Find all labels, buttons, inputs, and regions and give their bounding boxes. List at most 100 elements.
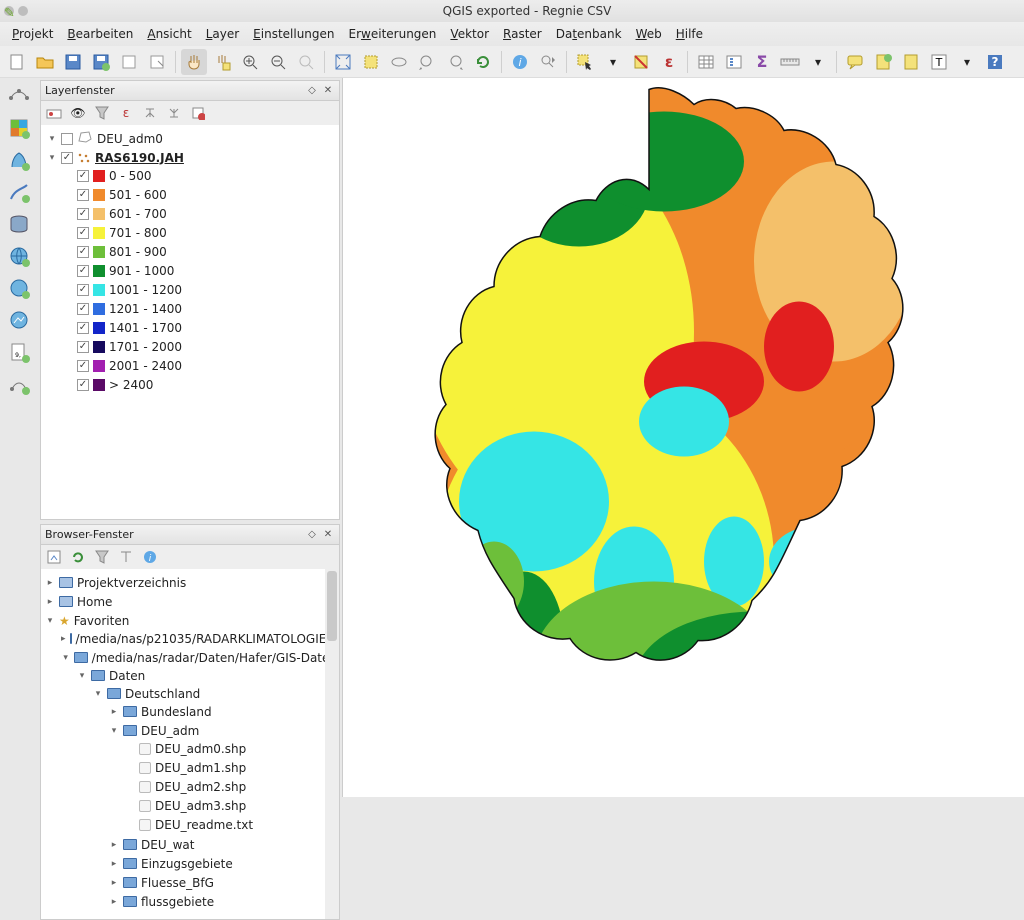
identify-button[interactable]: i (507, 49, 533, 75)
layer-name: DEU_adm0 (97, 132, 163, 146)
legend-checkbox[interactable] (77, 265, 89, 277)
add-csv-button[interactable]: 9, (5, 338, 33, 366)
field-calculator-button[interactable] (721, 49, 747, 75)
measure-dropdown-button[interactable]: ▾ (805, 49, 831, 75)
new-project-button[interactable] (4, 49, 30, 75)
zoom-to-layer-button[interactable] (386, 49, 412, 75)
file-icon (139, 781, 151, 793)
zoom-to-selection-button[interactable] (358, 49, 384, 75)
add-wfs-button[interactable] (5, 306, 33, 334)
title-bar: ✎ QGIS exported - Regnie CSV (0, 0, 1024, 22)
add-postgis-button[interactable] (5, 210, 33, 238)
zoom-next-button[interactable] (442, 49, 468, 75)
layer-filter-button[interactable] (93, 104, 111, 122)
menu-datenbank[interactable]: Datenbank (550, 24, 628, 44)
add-wcs-button[interactable] (5, 274, 33, 302)
layer-expand-button[interactable] (141, 104, 159, 122)
legend-checkbox[interactable] (77, 360, 89, 372)
menu-web[interactable]: Web (630, 24, 668, 44)
legend-label: 701 - 800 (109, 226, 167, 240)
browser-properties-button[interactable]: i (141, 548, 159, 566)
zoom-native-button[interactable] (293, 49, 319, 75)
measure-button[interactable] (777, 49, 803, 75)
legend-checkbox[interactable] (77, 189, 89, 201)
layer-checkbox[interactable] (61, 152, 73, 164)
add-spatialite-button[interactable] (5, 146, 33, 174)
legend-checkbox[interactable] (77, 341, 89, 353)
panel-undock-button[interactable]: ◇ (305, 84, 319, 98)
annotation-dropdown-button[interactable]: ▾ (954, 49, 980, 75)
add-delimited-text-button[interactable] (5, 178, 33, 206)
legend-label: 1201 - 1400 (109, 302, 182, 316)
text-annotation-button[interactable]: T (926, 49, 952, 75)
legend-checkbox[interactable] (77, 170, 89, 182)
menu-raster[interactable]: Raster (497, 24, 548, 44)
deselect-button[interactable] (628, 49, 654, 75)
layer-checkbox[interactable] (61, 133, 73, 145)
add-vector-layer-button[interactable] (5, 82, 33, 110)
menu-bearbeiten[interactable]: Bearbeiten (61, 24, 139, 44)
new-bookmark-button[interactable] (870, 49, 896, 75)
legend-checkbox[interactable] (77, 379, 89, 391)
identify-dropdown-button[interactable] (535, 49, 561, 75)
legend-checkbox[interactable] (77, 208, 89, 220)
map-tips-button[interactable] (842, 49, 868, 75)
browser-add-button[interactable] (45, 548, 63, 566)
legend-checkbox[interactable] (77, 246, 89, 258)
zoom-full-button[interactable] (330, 49, 356, 75)
browser-tree[interactable]: ▸Projektverzeichnis ▸Home ▾★Favoriten ▸/… (43, 573, 337, 915)
open-project-button[interactable] (32, 49, 58, 75)
menu-layer[interactable]: Layer (200, 24, 245, 44)
pan-button[interactable] (181, 49, 207, 75)
menu-projekt[interactable]: Projekt (6, 24, 59, 44)
show-bookmarks-button[interactable] (898, 49, 924, 75)
legend-checkbox[interactable] (77, 322, 89, 334)
expression-select-button[interactable]: ε (656, 49, 682, 75)
add-raster-layer-button[interactable] (5, 114, 33, 142)
expand-icon[interactable]: ▾ (47, 153, 57, 163)
window-controls[interactable]: ✎ (4, 6, 28, 16)
layout-manager-button[interactable] (144, 49, 170, 75)
menu-hilfe[interactable]: Hilfe (670, 24, 709, 44)
select-dropdown-button[interactable]: ▾ (600, 49, 626, 75)
browser-filter-button[interactable] (93, 548, 111, 566)
zoom-in-button[interactable] (237, 49, 263, 75)
legend-swatch (93, 360, 105, 372)
new-print-layout-button[interactable] (116, 49, 142, 75)
layer-remove-button[interactable] (189, 104, 207, 122)
layer-expr-filter-button[interactable]: ε (117, 104, 135, 122)
zoom-out-button[interactable] (265, 49, 291, 75)
expand-icon[interactable]: ▾ (47, 134, 57, 144)
panel-undock-button[interactable]: ◇ (305, 528, 319, 542)
menu-einstellungen[interactable]: Einstellungen (247, 24, 340, 44)
panel-close-button[interactable]: ✕ (321, 528, 335, 542)
browser-refresh-button[interactable] (69, 548, 87, 566)
legend-checkbox[interactable] (77, 227, 89, 239)
help-button[interactable]: ? (982, 49, 1008, 75)
open-attribute-table-button[interactable] (693, 49, 719, 75)
panel-close-button[interactable]: ✕ (321, 84, 335, 98)
save-as-button[interactable] (88, 49, 114, 75)
pan-to-selection-button[interactable] (209, 49, 235, 75)
file-name: DEU_readme.txt (155, 818, 253, 832)
window-title: QGIS exported - Regnie CSV (443, 4, 612, 18)
map-canvas[interactable] (342, 78, 1024, 797)
save-button[interactable] (60, 49, 86, 75)
refresh-button[interactable] (470, 49, 496, 75)
layer-collapse-button[interactable] (165, 104, 183, 122)
legend-checkbox[interactable] (77, 303, 89, 315)
layer-visibility-button[interactable]: 👁 (69, 104, 87, 122)
legend-checkbox[interactable] (77, 284, 89, 296)
menu-erweiterungen[interactable]: Erweiterungen (343, 24, 443, 44)
add-wms-button[interactable] (5, 242, 33, 270)
layer-style-button[interactable] (45, 104, 63, 122)
statistics-button[interactable]: Σ (749, 49, 775, 75)
browser-collapse-button[interactable] (117, 548, 135, 566)
zoom-last-button[interactable] (414, 49, 440, 75)
menu-vektor[interactable]: Vektor (444, 24, 495, 44)
browser-scrollbar[interactable] (325, 569, 339, 919)
select-features-button[interactable] (572, 49, 598, 75)
menu-ansicht[interactable]: Ansicht (141, 24, 197, 44)
add-virtual-layer-button[interactable] (5, 370, 33, 398)
layer-tree[interactable]: ▾ DEU_adm0 ▾ RAS6190.JAH (43, 129, 337, 395)
